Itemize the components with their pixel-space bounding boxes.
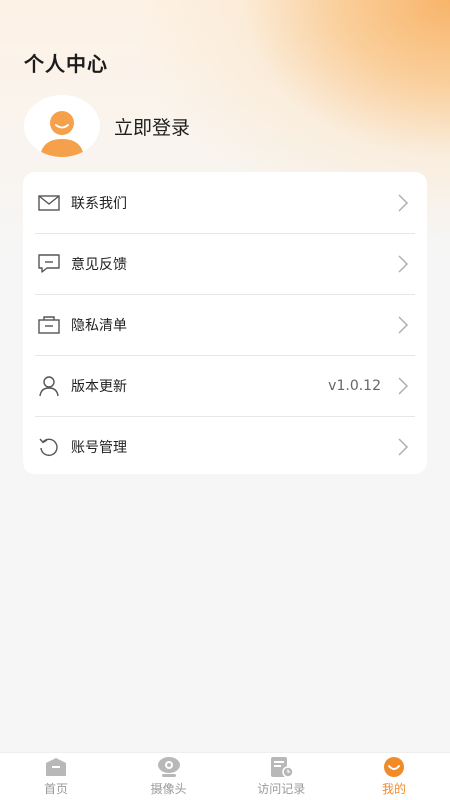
menu-item-privacy[interactable]: 隐私清单 [23,294,427,355]
avatar-person-icon [40,111,84,157]
avatar[interactable] [24,95,100,157]
menu-item-label: 版本更新 [71,378,127,395]
settings-menu: 联系我们 意见反馈 隐私清单 版本更新 v1.0.12 账号管理 [23,172,427,474]
tab-label: 摄像头 [150,782,187,796]
chevron-right-icon [398,193,409,212]
login-link[interactable]: 立即登录 [114,113,190,140]
menu-item-contact[interactable]: 联系我们 [23,172,427,233]
record-icon [268,756,295,778]
refresh-icon [37,435,61,459]
menu-item-label: 意见反馈 [71,256,127,273]
menu-item-account[interactable]: 账号管理 [23,416,427,474]
tab-visit-records[interactable]: 访问记录 [225,753,337,800]
page-title: 个人中心 [24,52,108,76]
inbox-icon [37,313,61,337]
menu-item-label: 隐私清单 [71,317,127,334]
mail-icon [37,191,61,215]
menu-item-version-update[interactable]: 版本更新 v1.0.12 [23,355,427,416]
home-icon [43,756,69,778]
profile-area[interactable]: 立即登录 [24,95,190,157]
tab-label: 我的 [381,782,406,796]
menu-item-label: 联系我们 [71,195,127,212]
tab-label: 首页 [43,782,68,796]
tab-label: 访问记录 [257,782,306,796]
version-number: v1.0.12 [328,377,381,394]
person-icon [37,374,61,398]
chevron-right-icon [398,437,409,456]
tab-home[interactable]: 首页 [0,753,112,800]
chevron-right-icon [398,315,409,334]
chevron-right-icon [398,376,409,395]
chevron-right-icon [398,254,409,273]
tab-camera[interactable]: 摄像头 [113,753,225,800]
tab-mine[interactable]: 我的 [338,753,450,800]
menu-item-feedback[interactable]: 意见反馈 [23,233,427,294]
camera-icon [156,756,182,778]
smile-icon [381,756,407,778]
bottom-tab-bar: 首页 摄像头 访问记录 我的 [0,752,450,800]
menu-item-label: 账号管理 [71,439,127,456]
chat-icon [37,252,61,276]
